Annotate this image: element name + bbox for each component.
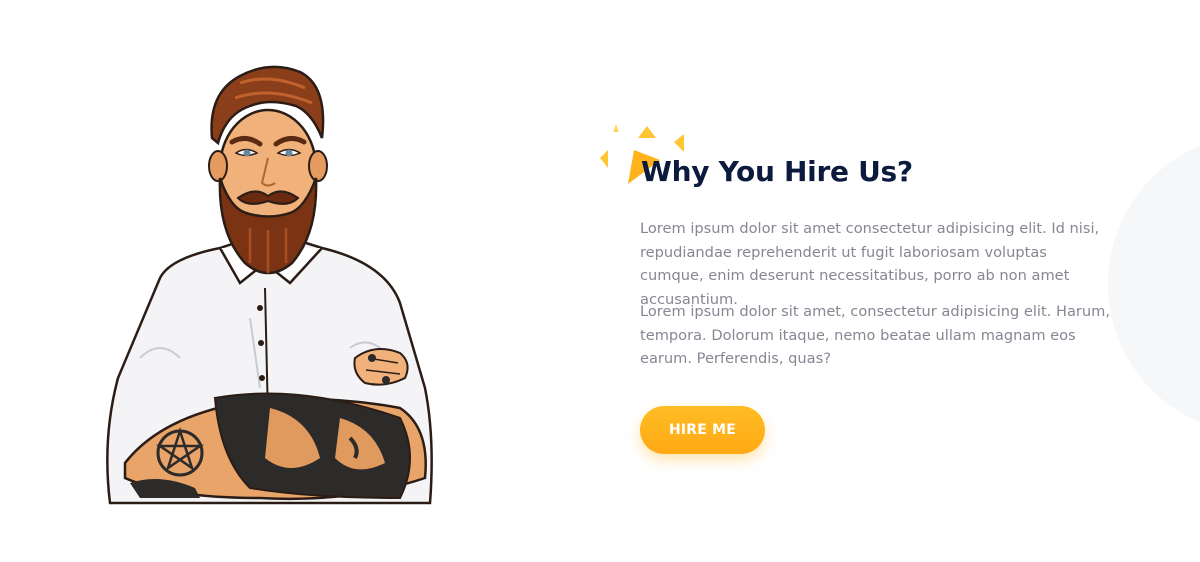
about-section: Why You Hire Us? Lorem ipsum dolor sit a… (0, 0, 1200, 562)
section-title: Why You Hire Us? (641, 155, 913, 188)
detail-paragraph: Lorem ipsum dolor sit amet, consectetur … (640, 303, 1111, 367)
decorative-circle (1108, 134, 1200, 434)
bearded-man-illustration (106, 65, 433, 505)
hire-me-button[interactable]: HIRE ME (640, 406, 765, 454)
intro-paragraph: Lorem ipsum dolor sit amet consectetur a… (640, 220, 1100, 308)
